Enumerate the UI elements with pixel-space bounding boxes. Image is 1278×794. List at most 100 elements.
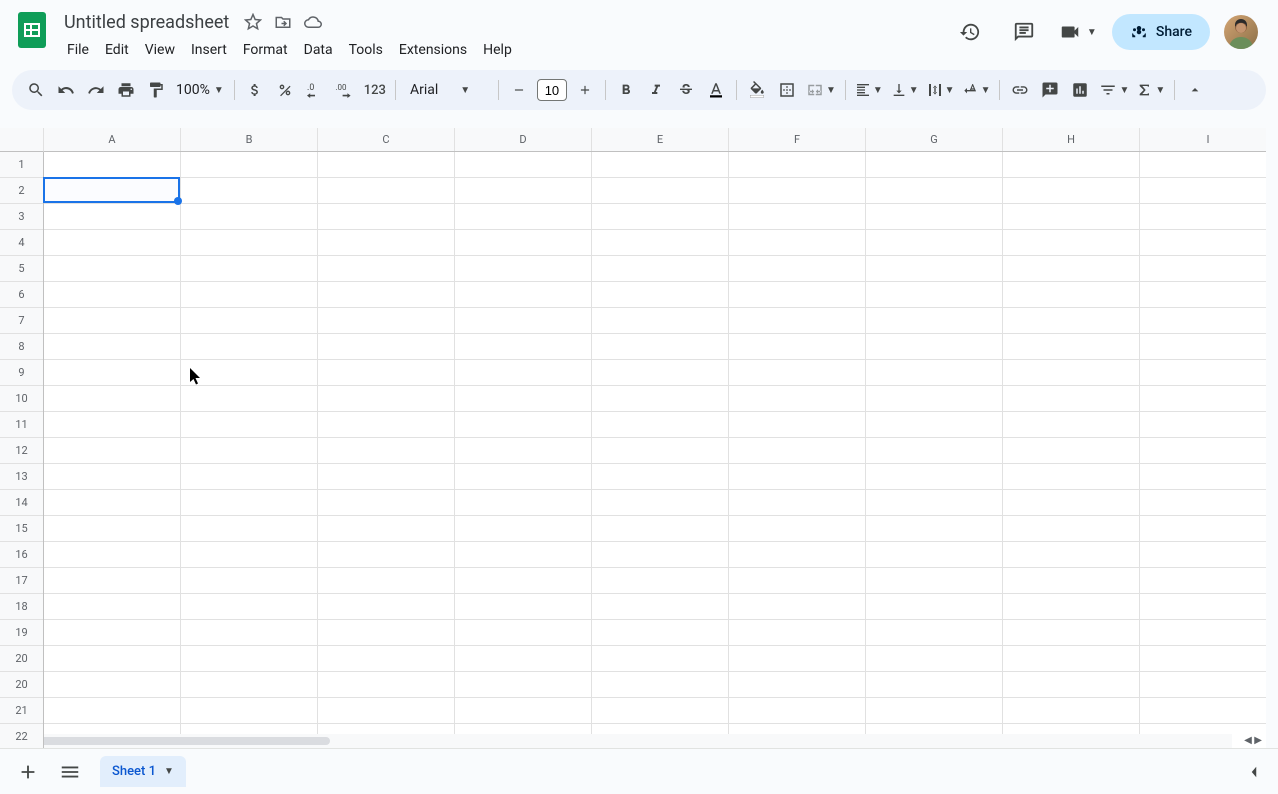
cell[interactable]: [44, 152, 181, 178]
cell[interactable]: [592, 646, 729, 672]
cell[interactable]: [455, 282, 592, 308]
row-header[interactable]: 7: [0, 308, 43, 334]
cell[interactable]: [44, 594, 181, 620]
cell[interactable]: [318, 360, 455, 386]
cell[interactable]: [44, 282, 181, 308]
cell[interactable]: [1003, 412, 1140, 438]
print-icon[interactable]: [112, 76, 140, 104]
font-family-select[interactable]: Arial▼: [402, 82, 492, 98]
horizontal-scrollbar[interactable]: [0, 734, 1232, 748]
filter-icon[interactable]: ▼: [1096, 76, 1132, 104]
cell[interactable]: [592, 178, 729, 204]
cell[interactable]: [1140, 334, 1266, 360]
horizontal-align-icon[interactable]: ▼: [852, 76, 886, 104]
cell[interactable]: [181, 204, 318, 230]
cell[interactable]: [318, 542, 455, 568]
row-header[interactable]: 2: [0, 178, 43, 204]
cell[interactable]: [729, 490, 866, 516]
cell[interactable]: [729, 568, 866, 594]
search-menus-icon[interactable]: [22, 76, 50, 104]
select-all-corner[interactable]: [0, 128, 44, 152]
cell[interactable]: [181, 360, 318, 386]
cell[interactable]: [44, 360, 181, 386]
cell[interactable]: [455, 386, 592, 412]
cell[interactable]: [1140, 230, 1266, 256]
cell[interactable]: [592, 672, 729, 698]
cell[interactable]: [455, 568, 592, 594]
cell[interactable]: [181, 464, 318, 490]
cell[interactable]: [1140, 620, 1266, 646]
bold-icon[interactable]: [612, 76, 640, 104]
increase-font-size-icon[interactable]: [571, 76, 599, 104]
row-header[interactable]: 18: [0, 594, 43, 620]
cell[interactable]: [729, 308, 866, 334]
cell[interactable]: [592, 464, 729, 490]
cell[interactable]: [1003, 178, 1140, 204]
cell[interactable]: [181, 594, 318, 620]
cell[interactable]: [729, 178, 866, 204]
text-color-icon[interactable]: [702, 76, 730, 104]
cell[interactable]: [318, 282, 455, 308]
star-icon[interactable]: [243, 12, 263, 32]
menu-format[interactable]: Format: [236, 38, 295, 62]
menu-file[interactable]: File: [60, 38, 96, 62]
cell[interactable]: [1003, 308, 1140, 334]
cell[interactable]: [592, 542, 729, 568]
cell[interactable]: [318, 698, 455, 724]
comments-icon[interactable]: [1004, 12, 1044, 52]
cell[interactable]: [455, 334, 592, 360]
cell[interactable]: [455, 516, 592, 542]
column-header[interactable]: E: [592, 128, 729, 151]
cell[interactable]: [181, 386, 318, 412]
cell[interactable]: [181, 620, 318, 646]
cell[interactable]: [44, 256, 181, 282]
cell[interactable]: [318, 516, 455, 542]
cell[interactable]: [729, 282, 866, 308]
cell[interactable]: [866, 412, 1003, 438]
cell[interactable]: [44, 698, 181, 724]
cell[interactable]: [1140, 412, 1266, 438]
cell[interactable]: [455, 308, 592, 334]
cell[interactable]: [729, 672, 866, 698]
strikethrough-icon[interactable]: [672, 76, 700, 104]
cell[interactable]: [44, 646, 181, 672]
cell[interactable]: [455, 178, 592, 204]
cell[interactable]: [866, 360, 1003, 386]
cell[interactable]: [1003, 490, 1140, 516]
cell[interactable]: [729, 464, 866, 490]
cell[interactable]: [729, 646, 866, 672]
cell[interactable]: [592, 568, 729, 594]
cell[interactable]: [592, 282, 729, 308]
cell[interactable]: [1140, 256, 1266, 282]
cell[interactable]: [181, 672, 318, 698]
cell[interactable]: [1140, 672, 1266, 698]
column-header[interactable]: B: [181, 128, 318, 151]
text-wrap-icon[interactable]: ▼: [924, 76, 958, 104]
meet-button[interactable]: ▼: [1058, 12, 1098, 52]
menu-tools[interactable]: Tools: [342, 38, 390, 62]
cell[interactable]: [1003, 256, 1140, 282]
borders-icon[interactable]: [773, 76, 801, 104]
scroll-arrows[interactable]: ◀ ▶: [1242, 733, 1264, 748]
menu-view[interactable]: View: [138, 38, 182, 62]
cell[interactable]: [1140, 516, 1266, 542]
cell[interactable]: [1003, 152, 1140, 178]
cell[interactable]: [44, 334, 181, 360]
row-header[interactable]: 14: [0, 490, 43, 516]
cell[interactable]: [729, 620, 866, 646]
cell[interactable]: [1140, 308, 1266, 334]
row-header[interactable]: 20: [0, 646, 43, 672]
cell[interactable]: [1003, 230, 1140, 256]
cell[interactable]: [866, 464, 1003, 490]
column-header[interactable]: C: [318, 128, 455, 151]
cell[interactable]: [181, 282, 318, 308]
cell[interactable]: [866, 490, 1003, 516]
cell[interactable]: [866, 308, 1003, 334]
cell[interactable]: [1003, 438, 1140, 464]
cell[interactable]: [866, 620, 1003, 646]
cell[interactable]: [1003, 360, 1140, 386]
cell[interactable]: [729, 204, 866, 230]
cell[interactable]: [455, 542, 592, 568]
cell[interactable]: [181, 256, 318, 282]
cell[interactable]: [729, 516, 866, 542]
